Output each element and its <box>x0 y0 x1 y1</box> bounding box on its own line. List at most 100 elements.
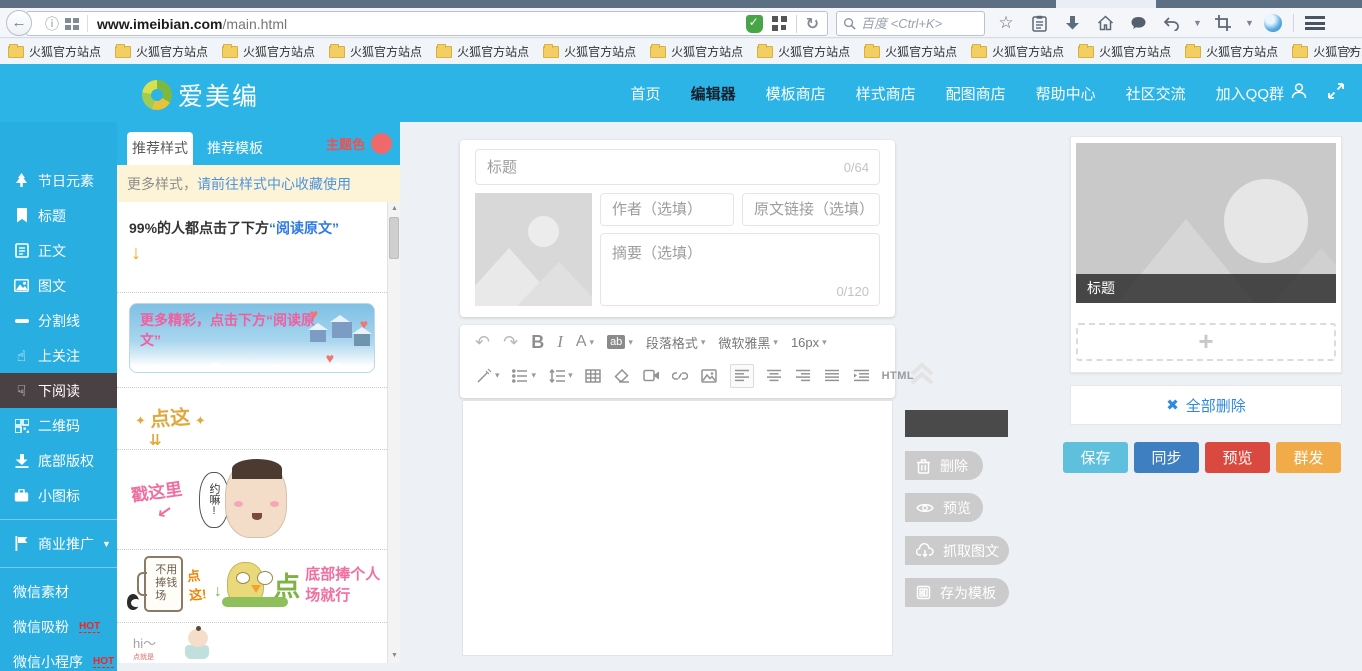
sidebar-item-wechat-material[interactable]: 微信素材 <box>0 574 117 609</box>
scroll-down-arrow[interactable]: ▼ <box>388 649 400 663</box>
bookmark-item[interactable]: 火狐官方站点 <box>222 43 315 60</box>
sidebar-item-wechat-fans[interactable]: 微信吸粉HOT <box>0 609 117 644</box>
scroll-to-top-icon[interactable] <box>906 358 938 390</box>
sidebar-item-image-text[interactable]: 图文 <box>0 268 117 303</box>
article-card[interactable]: 标题 + <box>1070 136 1342 373</box>
tab-recommended-templates[interactable]: 推荐模板 <box>207 132 263 165</box>
line-height-button[interactable]: ▾ <box>548 367 573 384</box>
eraser-button[interactable] <box>614 367 631 384</box>
align-right-button[interactable] <box>795 367 812 384</box>
bookmark-item[interactable]: 火狐官方站点 <box>1078 43 1171 60</box>
nav-style-store[interactable]: 样式商店 <box>856 83 916 104</box>
style-item-gold-click[interactable]: ✦ 点这 ✦ ⇊ <box>117 388 387 450</box>
theme-color-swatch[interactable] <box>371 133 392 154</box>
nav-home[interactable]: 首页 <box>631 83 661 104</box>
star-bookmark-icon[interactable]: ☆ <box>995 12 1017 34</box>
bookmark-item[interactable]: 火狐官方站点 <box>757 43 850 60</box>
font-size-dropdown[interactable]: 16px▾ <box>791 335 827 350</box>
save-button[interactable]: 保存 <box>1063 442 1128 473</box>
sidebar-item-small-icons[interactable]: 小图标 <box>0 478 117 513</box>
sidebar-item-title[interactable]: 标题 <box>0 198 117 233</box>
bookmark-item[interactable]: 火狐官方站点 <box>971 43 1064 60</box>
bold-button[interactable]: B <box>531 332 544 353</box>
source-link-field[interactable] <box>742 193 880 226</box>
summary-field[interactable]: 0/120 <box>600 233 880 306</box>
chat-icon[interactable] <box>1127 12 1149 34</box>
broadcast-button[interactable]: 群发 <box>1276 442 1341 473</box>
style-item-poke-here[interactable]: 戳这里 ↙ 约嘛! <box>117 450 387 550</box>
video-button[interactable] <box>643 367 660 384</box>
preview-button[interactable]: 预览 <box>1205 442 1270 473</box>
style-center-link[interactable]: 请前往样式中心收藏使用 <box>197 174 351 194</box>
sidebar-item-wechat-miniprogram[interactable]: 微信小程序HOT <box>0 644 117 671</box>
cover-image-placeholder[interactable] <box>475 193 592 306</box>
author-input[interactable] <box>601 194 733 225</box>
style-item-winter-banner[interactable]: 更多精彩，点击下方“阅读原文” ♥ ♥ ♥ <box>117 293 387 388</box>
redo-button[interactable]: ↷ <box>503 332 518 353</box>
insert-image-button[interactable] <box>701 367 718 384</box>
undo-button[interactable]: ↶ <box>475 332 490 353</box>
back-button[interactable]: ← <box>6 10 32 36</box>
bookmark-item[interactable]: 火狐官方站点 <box>436 43 529 60</box>
highlight-button[interactable]: ab▾ <box>607 335 633 349</box>
nav-template-store[interactable]: 模板商店 <box>766 83 826 104</box>
downloads-icon[interactable] <box>1061 12 1083 34</box>
fullscreen-icon[interactable] <box>1328 83 1344 104</box>
paragraph-format-dropdown[interactable]: 段落格式▾ <box>646 333 706 352</box>
sidebar-item-festival[interactable]: 节日元素 <box>0 163 117 198</box>
extension-ball-icon[interactable] <box>1264 14 1282 32</box>
save-as-template-button[interactable]: 存为模板 <box>905 578 1009 607</box>
grab-article-button[interactable]: 抓取图文 <box>905 536 1009 565</box>
list-button[interactable]: ▾ <box>512 367 537 384</box>
sidebar-item-qrcode[interactable]: 二维码 <box>0 408 117 443</box>
bookmark-item[interactable]: 火狐官方站点 <box>864 43 957 60</box>
style-item-hi-baby[interactable]: hi～ 点就是 <box>117 623 387 663</box>
crop-icon[interactable] <box>1212 12 1234 34</box>
sidebar-item-divider-line[interactable]: 分割线 <box>0 303 117 338</box>
url-bar[interactable]: ⓘ www.imeibian.com/main.html ↻ <box>26 11 828 36</box>
bookmark-item[interactable]: 火狐官方站点 <box>115 43 208 60</box>
scrollbar-thumb[interactable] <box>389 217 399 259</box>
article-cover-placeholder[interactable]: 标题 <box>1076 143 1336 303</box>
qr-extension-icon[interactable] <box>772 16 787 31</box>
sidebar-item-footer-copyright[interactable]: 底部版权 <box>0 443 117 478</box>
scroll-up-arrow[interactable]: ▲ <box>388 202 400 216</box>
indent-button[interactable] <box>853 367 870 384</box>
source-link-input[interactable] <box>743 194 879 225</box>
hamburger-menu-icon[interactable] <box>1305 16 1325 30</box>
preview-article-button[interactable]: 预览 <box>905 493 983 522</box>
undo-icon[interactable] <box>1160 12 1182 34</box>
user-icon[interactable] <box>1290 82 1308 105</box>
sidebar-item-read-bottom[interactable]: ☟下阅读 <box>0 373 117 408</box>
link-button[interactable] <box>672 367 689 384</box>
align-center-button[interactable] <box>766 367 783 384</box>
nav-help-center[interactable]: 帮助中心 <box>1036 83 1096 104</box>
nav-editor[interactable]: 编辑器 <box>691 83 736 104</box>
search-input[interactable] <box>861 16 971 31</box>
nav-image-store[interactable]: 配图商店 <box>946 83 1006 104</box>
delete-article-button[interactable]: 删除 <box>905 451 983 480</box>
format-painter-button[interactable]: ▾ <box>475 367 500 384</box>
crop-dropdown-caret[interactable]: ▼ <box>1245 18 1253 28</box>
bookmark-item[interactable]: 火狐官方站点 <box>329 43 422 60</box>
style-list-scrollbar[interactable]: ▲ ▼ <box>387 202 400 663</box>
site-identity-icon[interactable] <box>65 18 79 30</box>
style-item-read-original[interactable]: 99%的人都点击了下方“阅读原文” ↓ <box>117 202 387 293</box>
info-icon[interactable]: ⓘ <box>45 14 59 34</box>
delete-all-button[interactable]: ✖ 全部删除 <box>1070 385 1342 425</box>
font-family-dropdown[interactable]: 微软雅黑▾ <box>718 333 778 352</box>
nav-community[interactable]: 社区交流 <box>1126 83 1186 104</box>
bookmark-item[interactable]: 火狐官方站点 <box>8 43 101 60</box>
url-text[interactable]: www.imeibian.com/main.html <box>97 16 287 32</box>
align-left-button[interactable] <box>730 364 754 388</box>
security-shield-icon[interactable] <box>746 15 763 33</box>
undo-dropdown-caret[interactable]: ▼ <box>1193 18 1201 28</box>
title-input[interactable] <box>476 150 879 184</box>
bookmark-item[interactable]: 火狐官方站点 <box>1185 43 1278 60</box>
sidebar-item-body-text[interactable]: 正文 <box>0 233 117 268</box>
drag-handle-bar[interactable] <box>905 410 1008 437</box>
sidebar-item-follow-top[interactable]: ☝上关注 <box>0 338 117 373</box>
sidebar-item-business-promo[interactable]: 商业推广▼ <box>0 526 117 561</box>
table-button[interactable] <box>585 367 602 384</box>
home-icon[interactable] <box>1094 12 1116 34</box>
